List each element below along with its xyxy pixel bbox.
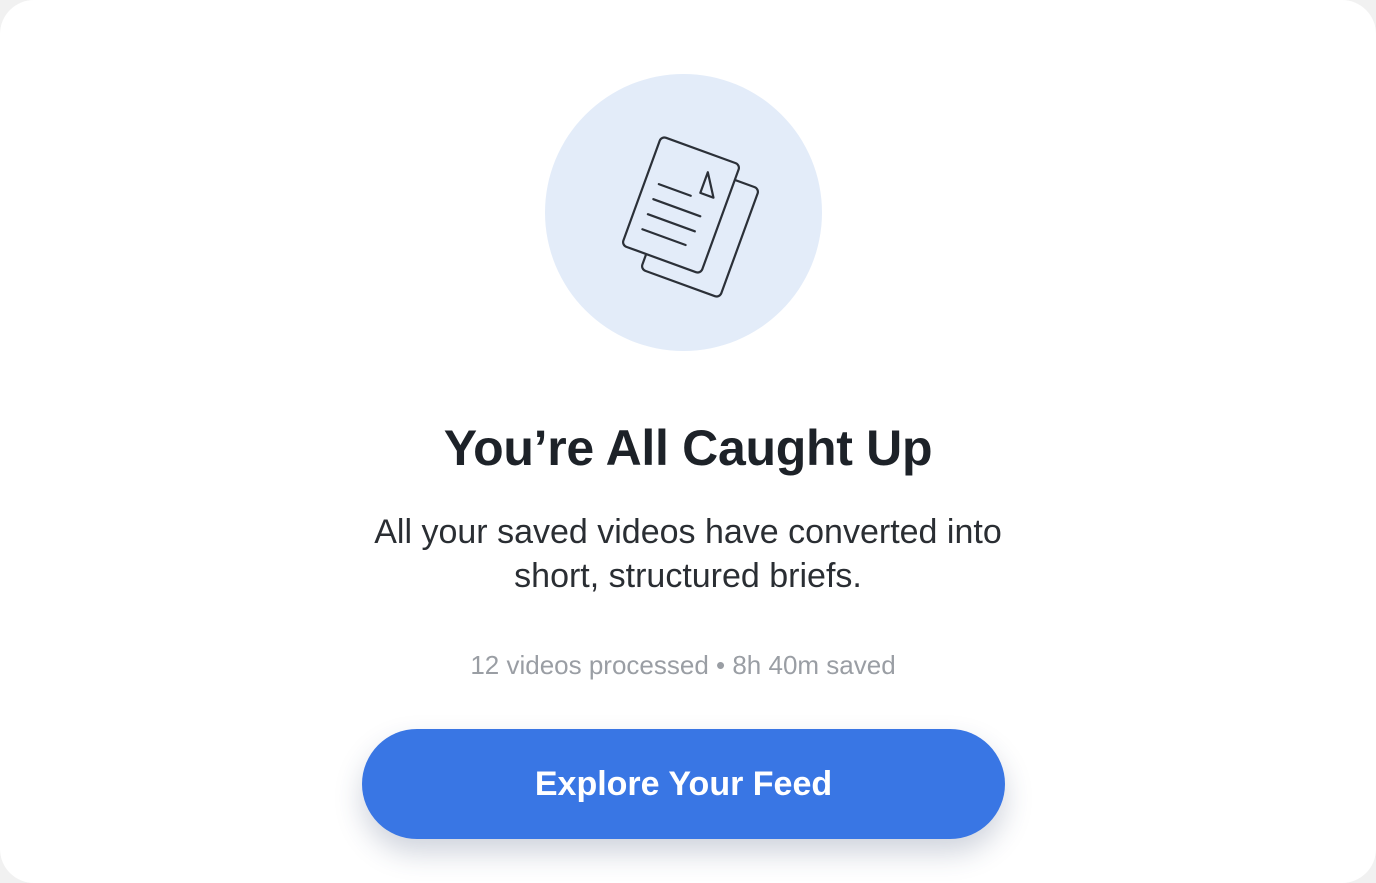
empty-state-title: You’re All Caught Up	[443, 420, 933, 476]
explore-feed-button[interactable]: Explore Your Feed	[362, 729, 1005, 839]
processing-stats: 12 videos processed • 8h 40m saved	[470, 650, 896, 680]
empty-state-card: You’re All Caught Up All your saved vide…	[0, 0, 1376, 883]
illustration-circle	[545, 74, 822, 351]
stacked-documents-icon	[622, 136, 759, 298]
empty-state-description: All your saved videos have converted int…	[374, 513, 1002, 595]
